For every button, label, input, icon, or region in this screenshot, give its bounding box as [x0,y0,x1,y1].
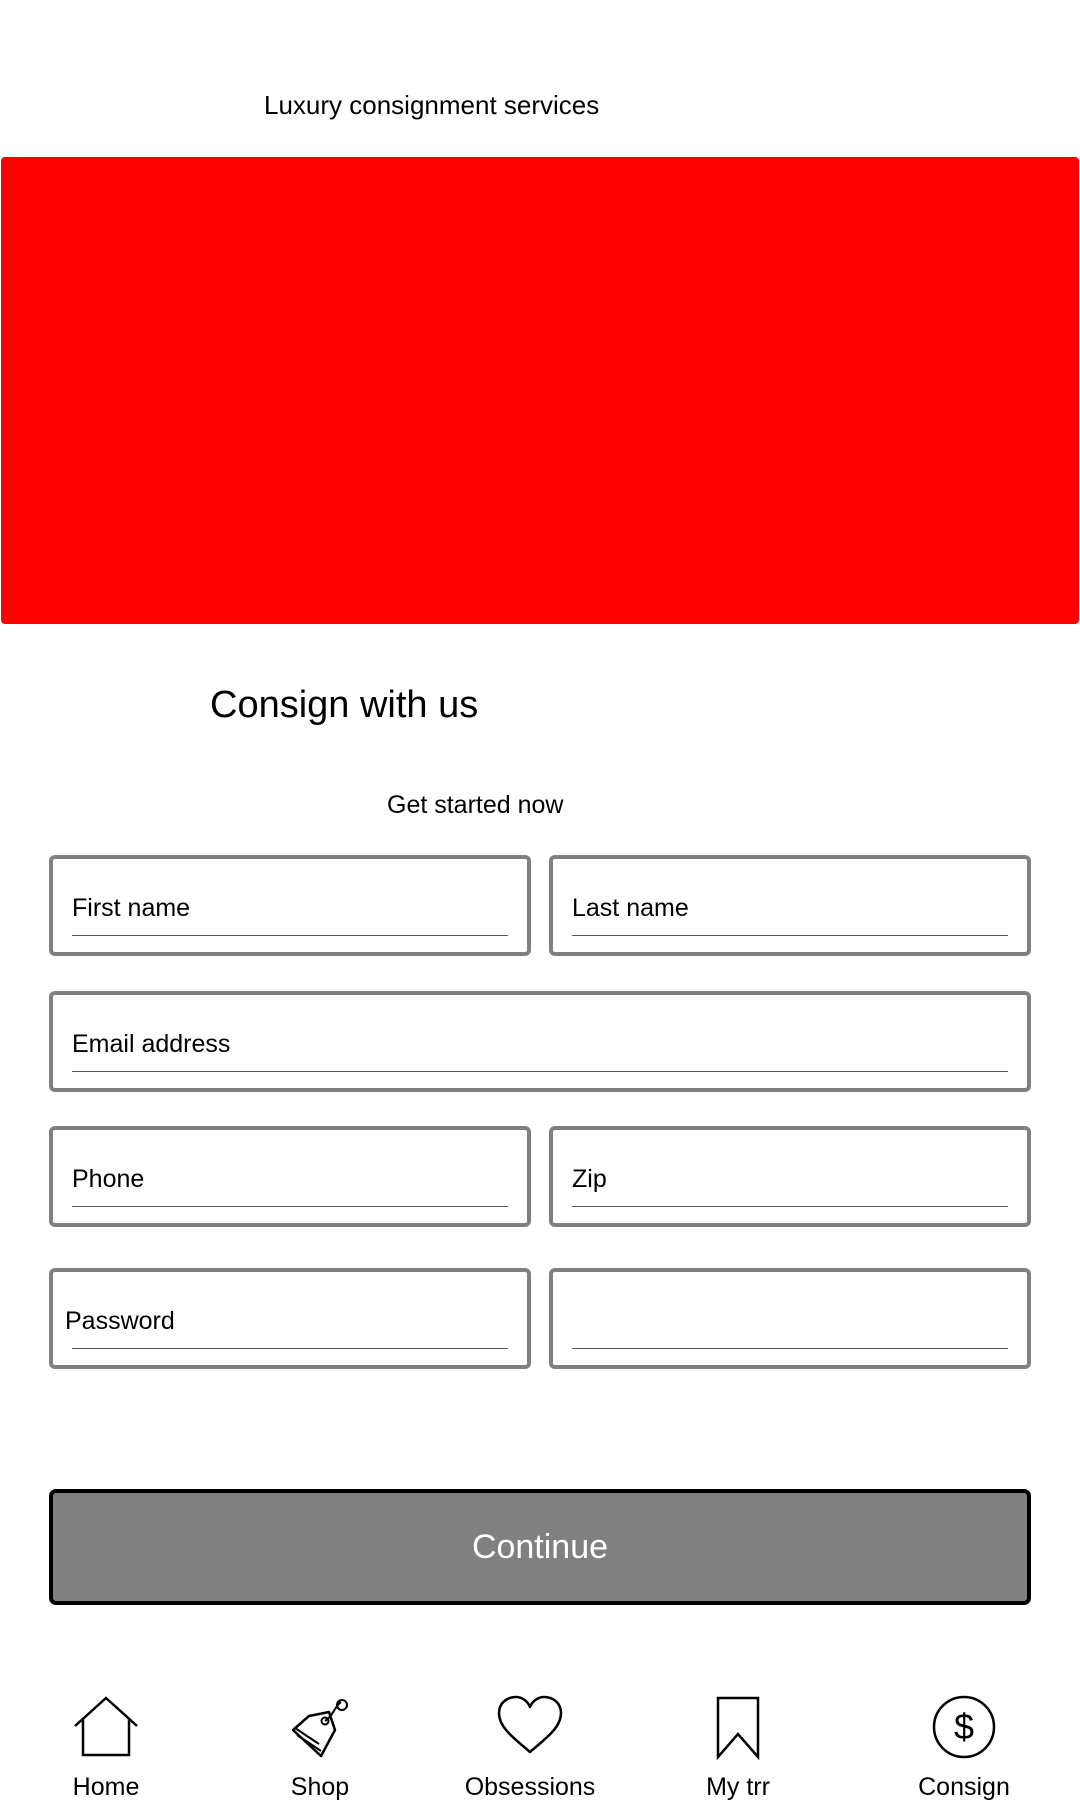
dollar-icon: $ [932,1695,996,1759]
first-name-underline [72,935,508,936]
continue-button[interactable]: Continue [49,1489,1031,1605]
email-label: Email address [72,1030,231,1058]
nav-item-shop[interactable]: Shop [230,1690,410,1801]
nav-label-mytrr: My trr [706,1773,770,1801]
bookmark-icon [716,1696,760,1760]
tag-icon [291,1699,348,1758]
last-name-underline [572,935,1008,936]
section-heading: Consign with us [210,684,479,726]
nav-item-home[interactable]: Home [16,1690,196,1801]
password-field[interactable]: Password [49,1268,531,1369]
nav-label-shop: Shop [290,1773,350,1801]
phone-label: Phone [72,1165,145,1193]
nav-label-home: Home [72,1773,140,1801]
nav-label-obsessions: Obsessions [464,1773,596,1801]
heart-icon [497,1695,563,1754]
nav-label-consign: Consign [918,1773,1010,1801]
bottom-nav: Home Shop Obsessions My trr $ Consign [0,1690,1080,1801]
email-underline [72,1071,1008,1072]
phone-underline [72,1206,508,1207]
nav-item-obsessions[interactable]: Obsessions [440,1690,620,1801]
first-name-label: First name [72,894,191,922]
first-name-field[interactable]: First name [49,855,531,956]
zip-field[interactable]: Zip [549,1126,1031,1227]
section-intro: Get started now [387,791,564,819]
home-icon [74,1696,138,1757]
nav-item-consign[interactable]: $ Consign [874,1690,1054,1801]
confirm-password-underline [572,1348,1008,1349]
last-name-field[interactable]: Last name [549,855,1031,956]
password-underline [72,1348,508,1349]
hero-banner [1,157,1079,624]
zip-label: Zip [572,1165,607,1193]
phone-field[interactable]: Phone [49,1126,531,1227]
last-name-label: Last name [572,894,689,922]
svg-text:$: $ [954,1706,974,1747]
confirm-password-field[interactable] [549,1268,1031,1369]
email-field[interactable]: Email address [49,991,1031,1092]
page-subtitle: Luxury consignment services [264,90,600,120]
password-label: Password [65,1307,175,1335]
zip-underline [572,1206,1008,1207]
nav-item-mytrr[interactable]: My trr [648,1690,828,1801]
